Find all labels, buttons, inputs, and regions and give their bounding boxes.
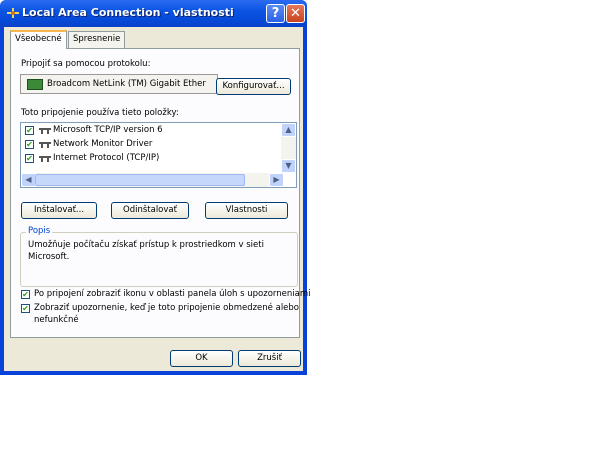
properties-button[interactable]: Vlastnosti [205, 202, 288, 219]
vertical-scrollbar[interactable]: ▲ ▼ [281, 123, 296, 173]
item-checkbox[interactable]: ✔ [25, 140, 34, 149]
notify-label-line-2: nefunkčné [34, 315, 79, 325]
item-label: Network Monitor Driver [53, 139, 153, 149]
tab-advanced[interactable]: Spresnenie [68, 31, 126, 48]
item-checkbox[interactable]: ✔ [25, 126, 34, 135]
protocol-icon [39, 128, 51, 134]
tab-general[interactable]: Všeobecné [10, 30, 67, 49]
properties-dialog: Local Area Connection - vlastnosti ? ✕ V… [0, 0, 310, 375]
item-checkbox[interactable]: ✔ [25, 154, 34, 163]
adapter-field: Broadcom NetLink (TM) Gigabit Ether [20, 74, 218, 94]
scroll-right-icon[interactable]: ▶ [269, 173, 284, 187]
ok-button[interactable]: OK [170, 350, 233, 367]
scroll-down-icon[interactable]: ▼ [281, 159, 296, 173]
components-list[interactable]: ✔ Microsoft TCP/IP version 6 ✔ Network M… [20, 122, 297, 188]
item-label: Microsoft TCP/IP version 6 [53, 125, 163, 135]
install-button[interactable]: Inštalovať... [21, 202, 97, 219]
notify-checkbox[interactable]: ✔ [21, 304, 30, 313]
window-title: Local Area Connection - vlastnosti [22, 6, 234, 19]
description-text-line-1: Umožňuje počítaču získať prístup k prost… [28, 240, 264, 250]
dialog-client-area: Všeobecné Spresnenie Pripojiť sa pomocou… [4, 27, 310, 371]
adapter-name: Broadcom NetLink (TM) Gigabit Ether [47, 79, 206, 89]
close-button[interactable]: ✕ [286, 4, 305, 23]
description-text-line-2: Microsoft. [28, 252, 70, 262]
protocol-icon [39, 142, 51, 148]
connect-using-label: Pripojiť sa pomocou protokolu: [21, 59, 151, 69]
protocol-icon [39, 156, 51, 162]
help-button[interactable]: ? [266, 4, 285, 23]
show-icon-checkbox[interactable]: ✔ [21, 290, 30, 299]
uninstall-button[interactable]: Odinštalovať [111, 202, 189, 219]
scroll-up-icon[interactable]: ▲ [281, 123, 296, 137]
item-label: Internet Protocol (TCP/IP) [53, 153, 160, 163]
description-title: Popis [26, 226, 53, 236]
configure-button[interactable]: Konfigurovať... [216, 78, 291, 95]
network-adapter-icon [27, 79, 43, 90]
items-label: Toto pripojenie používa tieto položky: [21, 108, 179, 118]
cancel-button[interactable]: Zrušiť [238, 350, 301, 367]
network-connection-icon [7, 8, 19, 18]
scroll-thumb[interactable] [35, 174, 245, 186]
scroll-left-icon[interactable]: ◀ [21, 173, 36, 187]
notify-label-line-1: Zobraziť upozornenie, keď je toto pripoj… [34, 303, 300, 313]
show-icon-label: Po pripojení zobraziť ikonu v oblasti pa… [34, 289, 311, 299]
title-bar[interactable]: Local Area Connection - vlastnosti ? ✕ [0, 0, 307, 27]
horizontal-scrollbar[interactable]: ◀ ▶ [21, 173, 284, 187]
